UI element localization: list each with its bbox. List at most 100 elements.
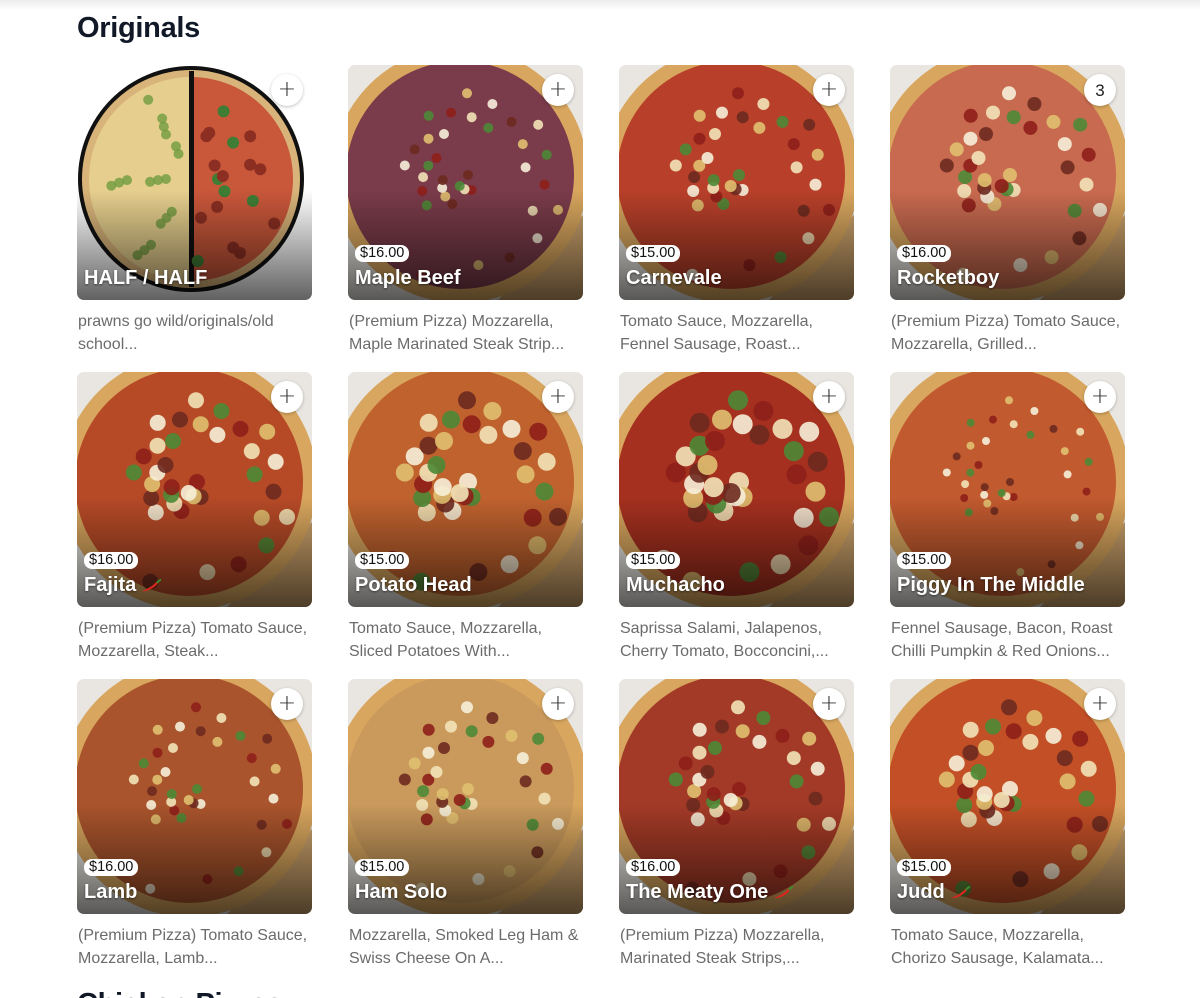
add-to-cart-button[interactable]: + <box>271 74 303 106</box>
price-badge: $16.00 <box>626 859 681 876</box>
plus-icon: + <box>819 691 839 716</box>
price-badge: $15.00 <box>355 552 410 569</box>
next-section-title: Chicken Pizzas <box>77 988 283 998</box>
plus-icon: + <box>548 77 568 102</box>
menu-item-card[interactable]: + $15.00 Piggy In The Middle Fennel Sausage… <box>890 372 1125 660</box>
price-badge: $15.00 <box>355 859 410 876</box>
add-to-cart-button[interactable]: + <box>813 74 845 106</box>
add-to-cart-button[interactable]: + <box>542 688 574 720</box>
pizza-description: prawns go wild/originals/old school... <box>78 313 274 353</box>
add-to-cart-button[interactable]: + <box>542 381 574 413</box>
price-badge: $16.00 <box>355 245 410 262</box>
add-to-cart-button[interactable]: + <box>813 381 845 413</box>
menu-item-card[interactable]: 3 $16.00 Rocketboy (Premium Pizza) Tomato S… <box>890 65 1125 353</box>
price-badge: $15.00 <box>626 552 681 569</box>
add-to-cart-button[interactable]: + <box>271 688 303 720</box>
pizza-name-text: Fajita <box>84 574 137 596</box>
pizza-name-text: Maple Beef <box>355 267 461 289</box>
pizza-image[interactable]: + HALF / HALF <box>77 65 312 300</box>
pizza-image[interactable]: + $15.00 Judd <box>890 679 1125 914</box>
menu-item-card[interactable]: + $16.00 Fajita (Premium Pizza) Tomato Sauc… <box>77 372 312 660</box>
pizza-name-text: Carnevale <box>626 267 722 289</box>
pizza-image[interactable]: + $16.00 Fajita <box>77 372 312 607</box>
plus-icon: + <box>819 77 839 102</box>
header-shadow <box>0 0 1200 10</box>
plus-icon: + <box>1090 384 1110 409</box>
pizza-name: Lamb <box>84 881 137 904</box>
pizza-name-text: Rocketboy <box>897 267 1000 289</box>
pizza-name: Muchacho <box>626 574 725 597</box>
pizza-image[interactable]: + $16.00 The Meaty One <box>619 679 854 914</box>
pizza-name: Rocketboy <box>897 267 999 290</box>
price-badge: $15.00 <box>897 552 952 569</box>
price-badge: $16.00 <box>84 859 139 876</box>
pizza-name: Maple Beef <box>355 267 461 290</box>
cart-quantity: 3 <box>1095 80 1105 100</box>
price-badge: $15.00 <box>897 859 952 876</box>
price-badge: $16.00 <box>84 552 139 569</box>
pizza-image[interactable]: 3 $16.00 Rocketboy <box>890 65 1125 300</box>
pizza-description: Tomato Sauce, Mozzarella, Chorizo Sausag… <box>891 927 1104 967</box>
chilli-icon <box>950 885 970 898</box>
pizza-description: (Premium Pizza) Tomato Sauce, Mozzarella… <box>78 620 308 660</box>
plus-icon: + <box>1090 691 1110 716</box>
pizza-description: (Premium Pizza) Tomato Sauce, Mozzarella… <box>891 313 1121 353</box>
pizza-name: Potato Head <box>355 574 472 597</box>
add-to-cart-button[interactable]: + <box>813 688 845 720</box>
pizza-description: Mozzarella, Smoked Leg Ham & Swiss Chees… <box>349 927 579 967</box>
pizza-name: Judd <box>897 881 971 904</box>
add-to-cart-button[interactable]: + <box>542 74 574 106</box>
pizza-name-text: Lamb <box>84 881 138 903</box>
menu-item-card[interactable]: + $16.00 The Meaty One (Premium Pizza) Mozz… <box>619 679 854 967</box>
pizza-description: (Premium Pizza) Tomato Sauce, Mozzarella… <box>78 927 308 967</box>
menu-item-card[interactable]: + $15.00 Carnevale Tomato Sauce, Mozzarella… <box>619 65 854 353</box>
pizza-description: (Premium Pizza) Mozzarella, Maple Marina… <box>349 313 565 353</box>
menu-item-card[interactable]: + $16.00 Maple Beef (Premium Pizza) Mozzare… <box>348 65 583 353</box>
chilli-icon <box>142 578 162 591</box>
pizza-description: Saprissa Salami, Jalapenos, Cherry Tomat… <box>620 620 829 660</box>
pizza-description: Fennel Sausage, Bacon, Roast Chilli Pump… <box>891 620 1113 660</box>
price-badge: $16.00 <box>897 245 952 262</box>
pizza-image[interactable]: + $16.00 Lamb <box>77 679 312 914</box>
pizza-name: Fajita <box>84 574 162 597</box>
pizza-description: Tomato Sauce, Mozzarella, Sliced Potatoe… <box>349 620 542 660</box>
menu-item-card[interactable]: + $15.00 Potato Head Tomato Sauce, Mozzarel… <box>348 372 583 660</box>
add-to-cart-button[interactable]: + <box>1084 381 1116 413</box>
menu-item-card[interactable]: + $15.00 Ham Solo Mozzarella, Smoked Leg Ha… <box>348 679 583 967</box>
pizza-image[interactable]: + $15.00 Piggy In The Middle <box>890 372 1125 607</box>
pizza-image[interactable]: + $15.00 Ham Solo <box>348 679 583 914</box>
plus-icon: + <box>548 384 568 409</box>
cart-quantity-button[interactable]: 3 <box>1084 74 1116 106</box>
menu-grid: + HALF / HALF prawns go wild/originals/old… <box>77 65 1125 967</box>
pizza-image[interactable]: + $16.00 Maple Beef <box>348 65 583 300</box>
pizza-name: Carnevale <box>626 267 722 290</box>
plus-icon: + <box>548 691 568 716</box>
pizza-name: Piggy In The Middle <box>897 574 1085 597</box>
pizza-name-text: Judd <box>897 881 945 903</box>
pizza-name-text: Muchacho <box>626 574 725 596</box>
pizza-name: HALF / HALF <box>84 267 207 290</box>
pizza-name-text: Piggy In The Middle <box>897 574 1085 596</box>
plus-icon: + <box>277 384 297 409</box>
menu-item-card[interactable]: + $15.00 Muchacho Saprissa Salami, Jalapeno… <box>619 372 854 660</box>
menu-item-card[interactable]: + $16.00 Lamb (Premium Pizza) Tomato Sauce,… <box>77 679 312 967</box>
pizza-image[interactable]: + $15.00 Potato Head <box>348 372 583 607</box>
section-title: Originals <box>77 12 200 44</box>
pizza-name: Ham Solo <box>355 881 447 904</box>
plus-icon: + <box>277 691 297 716</box>
plus-icon: + <box>819 384 839 409</box>
pizza-name-text: Ham Solo <box>355 881 448 903</box>
pizza-name: The Meaty One <box>626 881 794 904</box>
price-badge: $15.00 <box>626 245 681 262</box>
pizza-image[interactable]: + $15.00 Muchacho <box>619 372 854 607</box>
menu-item-card[interactable]: + HALF / HALF prawns go wild/originals/old… <box>77 65 312 353</box>
pizza-name-text: HALF / HALF <box>84 267 208 289</box>
pizza-name-text: The Meaty One <box>626 881 769 903</box>
pizza-description: Tomato Sauce, Mozzarella, Fennel Sausage… <box>620 313 813 353</box>
plus-icon: + <box>277 77 297 102</box>
add-to-cart-button[interactable]: + <box>271 381 303 413</box>
pizza-image[interactable]: + $15.00 Carnevale <box>619 65 854 300</box>
add-to-cart-button[interactable]: + <box>1084 688 1116 720</box>
pizza-description: (Premium Pizza) Mozzarella, Marinated St… <box>620 927 825 967</box>
menu-item-card[interactable]: + $15.00 Judd Tomato Sauce, Mozzarella, Cho… <box>890 679 1125 967</box>
